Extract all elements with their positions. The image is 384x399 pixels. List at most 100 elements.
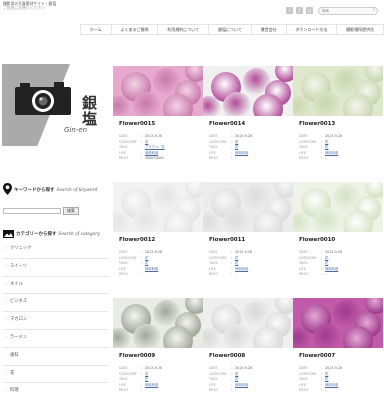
keyword-search-button[interactable]: 検索: [63, 207, 79, 215]
photo-card[interactable]: Flower0008 DATE:2013-9-28 CATEGORY: 花 TAGS: 花…: [203, 298, 293, 392]
photo-title[interactable]: Flower0013: [299, 121, 335, 127]
logo-roman: Gin-en: [64, 126, 88, 134]
meta-label: RESO: [209, 388, 219, 393]
photo-thumbnail[interactable]: [203, 298, 293, 348]
photo-title[interactable]: Flower0010: [299, 237, 335, 243]
photo-meta: DATE:2013-9-28 CATEGORY: 花 TAGS: 花 LIFE: 商用利用 R…: [299, 134, 383, 162]
nav-download[interactable]: ダウンロード方法: [287, 25, 338, 34]
category-item[interactable]: 歯科: [3, 348, 108, 366]
site-logo[interactable]: 銀塩 Gin-en: [2, 64, 110, 146]
meta-value-use[interactable]: 商用利用: [235, 267, 248, 273]
location-pin-icon: [3, 183, 12, 195]
facebook-icon[interactable]: f: [286, 7, 293, 14]
photo-thumbnail[interactable]: [203, 66, 293, 116]
site-tagline: 撮影用の写真素材サイト｜銀塩 ご自由にお使いください: [3, 1, 57, 11]
meta-value-free: -: [145, 388, 147, 393]
photo-card[interactable]: Flower0014 DATE:2013-9-28 CATEGORY: 花 TAGS: 花…: [203, 66, 293, 160]
photo-title[interactable]: Flower0014: [209, 121, 245, 127]
photo-thumbnail[interactable]: [293, 298, 383, 348]
photo-meta: DATE:2013-9-28 CATEGORY: 花 TAGS: 花 LIFE: 商用利用 R…: [209, 250, 293, 278]
photo-title[interactable]: Flower0015: [119, 121, 155, 127]
header-search-input[interactable]: 検索 ⌕: [318, 7, 378, 15]
photo-card[interactable]: Flower0011 DATE:2013-9-28 CATEGORY: 花 TAGS: 花…: [203, 182, 293, 276]
photo-meta: DATE:2013-9-28 CATEGORY: 花 TAGS: 花 LIFE: 商用利用 R…: [299, 366, 383, 394]
photo-thumbnail[interactable]: [113, 66, 203, 116]
meta-row-free: RESO: -: [209, 272, 237, 277]
google-plus-icon[interactable]: g: [306, 7, 313, 14]
category-item[interactable]: クリニック: [3, 241, 108, 259]
meta-value-use[interactable]: 商用利用: [325, 383, 338, 389]
category-item[interactable]: ネイル: [3, 277, 108, 295]
meta-row-free: RESO: -: [209, 156, 237, 161]
photo-meta: DATE:2013-9-28 CATEGORY: 花 TAGS: 花 LIFE: 商用利用 R…: [209, 134, 293, 162]
meta-label: RESO: [209, 272, 219, 277]
meta-value-use[interactable]: 商用利用: [145, 267, 158, 273]
nav-company[interactable]: 運営会社: [252, 25, 287, 34]
category-item[interactable]: 料理: [3, 383, 108, 399]
meta-value-free: -: [145, 272, 147, 277]
photo-thumbnail[interactable]: [113, 298, 203, 348]
logo-kanji: 銀塩: [82, 94, 98, 128]
meta-row-free: RESO:3000*2000: [119, 156, 164, 161]
meta-row-free: RESO: -: [299, 272, 327, 277]
photo-meta: DATE:2013-9-28 CATEGORY: 花 TAGS: 花 LIFE: 商用利用 R…: [119, 366, 203, 394]
meta-label: RESO: [119, 156, 129, 161]
nav-home[interactable]: ホーム: [80, 25, 112, 34]
photo-title[interactable]: Flower0008: [209, 353, 245, 359]
photo-thumbnail[interactable]: [203, 182, 293, 232]
photo-meta: DATE:2013-9-28 CATEGORY: 花 TAGS: ブラウン、花 LIFE:…: [119, 134, 203, 162]
keyword-search-input[interactable]: [3, 208, 61, 214]
meta-row-free: RESO: -: [119, 272, 147, 277]
meta-value-free: -: [235, 388, 237, 393]
nav-location[interactable]: 撮影場所提供先: [337, 25, 384, 34]
nav-faq[interactable]: よくあるご質問: [112, 25, 159, 34]
meta-label: RESO: [299, 272, 309, 277]
meta-value-use[interactable]: 商用利用: [145, 383, 158, 389]
photo-meta: DATE:2013-9-28 CATEGORY: 花 TAGS: 花 LIFE: 商用利用 R…: [119, 250, 203, 278]
photo-thumbnail[interactable]: [293, 66, 383, 116]
photo-card[interactable]: Flower0007 DATE:2013-9-28 CATEGORY: 花 TAGS: 花…: [293, 298, 383, 392]
category-item[interactable]: スイーツ: [3, 259, 108, 277]
meta-value-free: -: [325, 388, 327, 393]
camera-icon: [15, 82, 71, 115]
photo-thumbnail[interactable]: [293, 182, 383, 232]
photo-card[interactable]: Flower0012 DATE:2013-9-28 CATEGORY: 花 TAGS: 花…: [113, 182, 203, 276]
nav-about[interactable]: 銀塩について: [209, 25, 252, 34]
photo-thumbnail[interactable]: [113, 182, 203, 232]
photo-meta: DATE:2013-9-28 CATEGORY: 花 TAGS: 花 LIFE: 商用利用 R…: [209, 366, 293, 394]
meta-label: RESO: [299, 156, 309, 161]
meta-value-free: 3000*2000: [145, 156, 164, 161]
meta-row-free: RESO: -: [299, 156, 327, 161]
nav-terms[interactable]: 利用規約について: [158, 25, 210, 34]
category-item[interactable]: マカロン: [3, 312, 108, 330]
photo-title[interactable]: Flower0011: [209, 237, 245, 243]
photo-card[interactable]: Flower0010 DATE:2013-9-28 CATEGORY: 花 TAGS: 花…: [293, 182, 383, 276]
meta-value-free: -: [235, 272, 237, 277]
meta-value-use[interactable]: 商用利用: [325, 151, 338, 157]
meta-value-free: -: [325, 272, 327, 277]
category-section-title: カテゴリーから探す Search of category: [16, 232, 100, 237]
meta-value-use[interactable]: 商用利用: [235, 151, 248, 157]
photo-title[interactable]: Flower0007: [299, 353, 335, 359]
category-item[interactable]: 花: [3, 366, 108, 384]
photo-meta: DATE:2013-9-28 CATEGORY: 花 TAGS: 花 LIFE: 商用利用 R…: [299, 250, 383, 278]
photo-card[interactable]: Flower0013 DATE:2013-9-28 CATEGORY: 花 TAGS: 花…: [293, 66, 383, 160]
meta-row-free: RESO: -: [299, 388, 327, 393]
photo-title[interactable]: Flower0012: [119, 237, 155, 243]
meta-label: RESO: [299, 388, 309, 393]
meta-value-free: -: [235, 156, 237, 161]
photo-card[interactable]: Flower0015 DATE:2013-9-28 CATEGORY: 花 TAGS: ブ…: [113, 66, 203, 160]
category-item[interactable]: ラーメン: [3, 330, 108, 348]
photo-title[interactable]: Flower0009: [119, 353, 155, 359]
category-item[interactable]: ビジネス: [3, 294, 108, 313]
meta-label: RESO: [119, 388, 129, 393]
global-nav: ホーム よくあるご質問 利用規約について 銀塩について 運営会社 ダウンロード方…: [80, 24, 384, 35]
meta-row-free: RESO: -: [209, 388, 237, 393]
category-list: クリニック スイーツ ネイル ビジネス マカロン ラーメン 歯科 花 料理: [3, 241, 108, 399]
meta-value-use[interactable]: 商用利用: [325, 267, 338, 273]
twitter-icon[interactable]: t: [296, 7, 303, 14]
search-icon[interactable]: ⌕: [372, 8, 375, 14]
meta-label: RESO: [209, 156, 219, 161]
meta-value-use[interactable]: 商用利用: [235, 383, 248, 389]
photo-card[interactable]: Flower0009 DATE:2013-9-28 CATEGORY: 花 TAGS: 花…: [113, 298, 203, 392]
